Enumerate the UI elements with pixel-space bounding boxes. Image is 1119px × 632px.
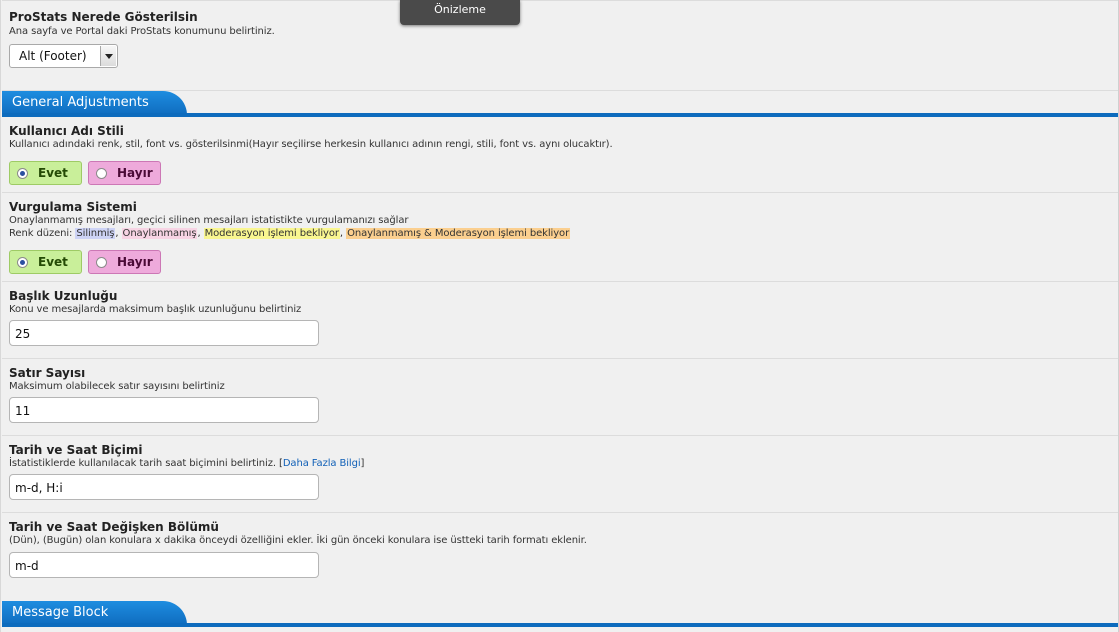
color-unapproved: Onaylanmamış xyxy=(121,228,198,239)
separator: , xyxy=(115,228,122,239)
date-format-desc: İstatistiklerde kullanılacak tarih saat … xyxy=(9,458,280,469)
date-format-value: m-d, H:i xyxy=(15,481,63,495)
section-title-general: General Adjustments xyxy=(12,95,149,110)
section-divider xyxy=(2,623,1118,627)
row-count-title: Satır Sayısı xyxy=(9,366,86,380)
location-select[interactable]: Alt (Footer) xyxy=(9,44,118,68)
date-variable-input[interactable]: m-d xyxy=(9,552,319,578)
highlight-system-row: Vurgulama Sistemi Onaylanmamış mesajları… xyxy=(2,193,1118,282)
radio-unselected-icon[interactable] xyxy=(96,168,107,179)
title-length-title: Başlık Uzunluğu xyxy=(9,289,118,303)
settings-panel: ProStats Nerede Gösterilsin Ana sayfa ve… xyxy=(0,0,1119,632)
bracket: ] xyxy=(360,458,365,469)
no-label: Hayır xyxy=(117,166,153,180)
highlight-system-no-option[interactable]: Hayır xyxy=(88,250,161,274)
preview-tooltip[interactable]: Önizleme xyxy=(400,0,520,25)
color-both: Onaylanmamış & Moderasyon işlemi bekliyo… xyxy=(346,228,571,239)
radio-selected-icon[interactable] xyxy=(17,168,28,179)
username-style-yes-option[interactable]: Evet xyxy=(9,161,82,185)
location-select-value: Alt (Footer) xyxy=(19,49,87,63)
section-tab-general: General Adjustments xyxy=(2,91,187,115)
radio-selected-icon[interactable] xyxy=(17,257,28,268)
location-setting-title: ProStats Nerede Gösterilsin xyxy=(9,10,198,24)
color-scheme-line: Renk düzeni: Silinmiş, Onaylanmamış, Mod… xyxy=(9,228,571,239)
highlight-system-yes-option[interactable]: Evet xyxy=(9,250,82,274)
no-label: Hayır xyxy=(117,255,153,269)
title-length-row: Başlık Uzunluğu Konu ve mesajlarda maksi… xyxy=(2,282,1118,359)
date-variable-row: Tarih ve Saat Değişken Bölümü (Dün), (Bu… xyxy=(2,513,1118,600)
location-setting-row: ProStats Nerede Gösterilsin Ana sayfa ve… xyxy=(2,0,1118,91)
section-title-message: Message Block xyxy=(12,605,109,620)
row-count-value: 11 xyxy=(15,404,31,418)
title-length-input[interactable]: 25 xyxy=(9,320,319,346)
yes-label: Evet xyxy=(38,255,68,269)
yes-label: Evet xyxy=(38,166,68,180)
more-info-link[interactable]: Daha Fazla Bilgi xyxy=(283,458,361,469)
highlight-system-desc: Onaylanmamış mesajları, geçici silinen m… xyxy=(9,215,409,226)
row-count-input[interactable]: 11 xyxy=(9,397,319,423)
title-length-value: 25 xyxy=(15,327,31,341)
color-moderation: Moderasyon işlemi bekliyor xyxy=(203,228,340,239)
date-variable-title: Tarih ve Saat Değişken Bölümü xyxy=(9,520,219,534)
username-style-no-option[interactable]: Hayır xyxy=(88,161,161,185)
section-tab-message: Message Block xyxy=(2,601,187,625)
row-count-desc: Maksimum olabilecek satır sayısını belir… xyxy=(9,381,225,392)
date-format-input[interactable]: m-d, H:i xyxy=(9,474,319,500)
row-count-row: Satır Sayısı Maksimum olabilecek satır s… xyxy=(2,359,1118,436)
highlight-system-title: Vurgulama Sistemi xyxy=(9,200,137,214)
preview-label: Önizleme xyxy=(434,3,486,16)
date-format-title: Tarih ve Saat Biçimi xyxy=(9,443,143,457)
radio-unselected-icon[interactable] xyxy=(96,257,107,268)
username-style-row: Kullanıcı Adı Stili Kullanıcı adındaki r… xyxy=(2,117,1118,193)
title-length-desc: Konu ve mesajlarda maksimum başlık uzunl… xyxy=(9,304,302,315)
section-header-message: Message Block xyxy=(2,601,1118,627)
date-variable-value: m-d xyxy=(15,559,39,573)
location-setting-desc: Ana sayfa ve Portal daki ProStats konumu… xyxy=(9,26,275,37)
username-style-desc: Kullanıcı adındaki renk, stil, font vs. … xyxy=(9,139,613,150)
chevron-down-icon[interactable] xyxy=(100,46,116,66)
date-variable-desc: (Dün), (Bugün) olan konulara x dakika ön… xyxy=(9,535,587,546)
section-header-general: General Adjustments xyxy=(2,91,1118,117)
color-deleted: Silinmiş xyxy=(75,228,116,239)
color-scheme-prefix: Renk düzeni: xyxy=(9,228,76,239)
username-style-title: Kullanıcı Adı Stili xyxy=(9,124,124,138)
date-format-row: Tarih ve Saat Biçimi İstatistiklerde kul… xyxy=(2,436,1118,513)
separator: , xyxy=(197,228,204,239)
date-format-desc-line: İstatistiklerde kullanılacak tarih saat … xyxy=(9,458,364,469)
